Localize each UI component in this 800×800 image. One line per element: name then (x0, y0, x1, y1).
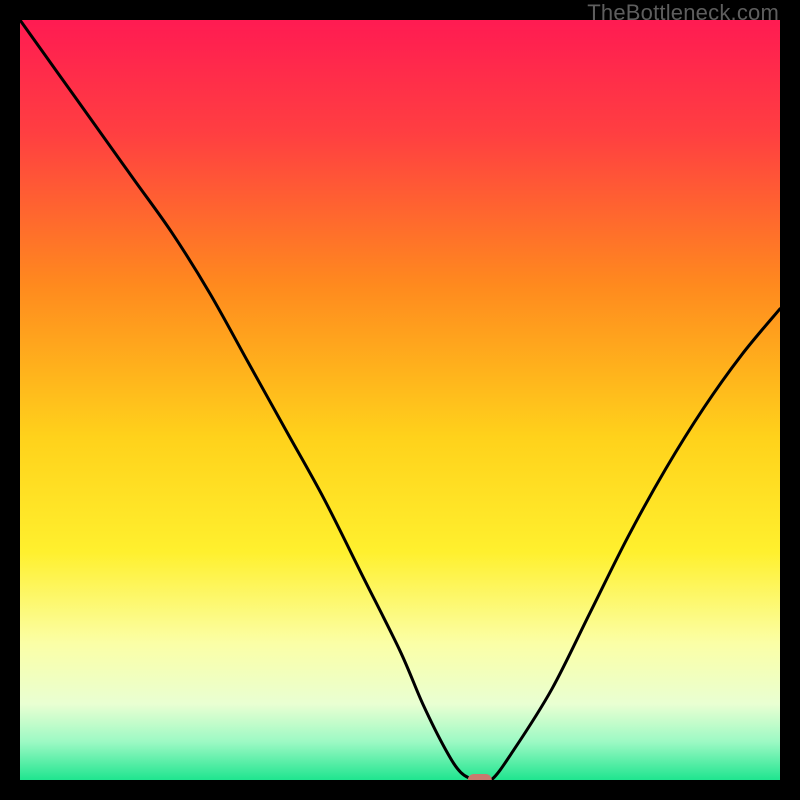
chart-frame: TheBottleneck.com (0, 0, 800, 800)
watermark-text: TheBottleneck.com (587, 0, 779, 26)
optimum-marker (468, 774, 492, 780)
chart-svg (20, 20, 780, 780)
plot-area (20, 20, 780, 780)
gradient-background (20, 20, 780, 780)
